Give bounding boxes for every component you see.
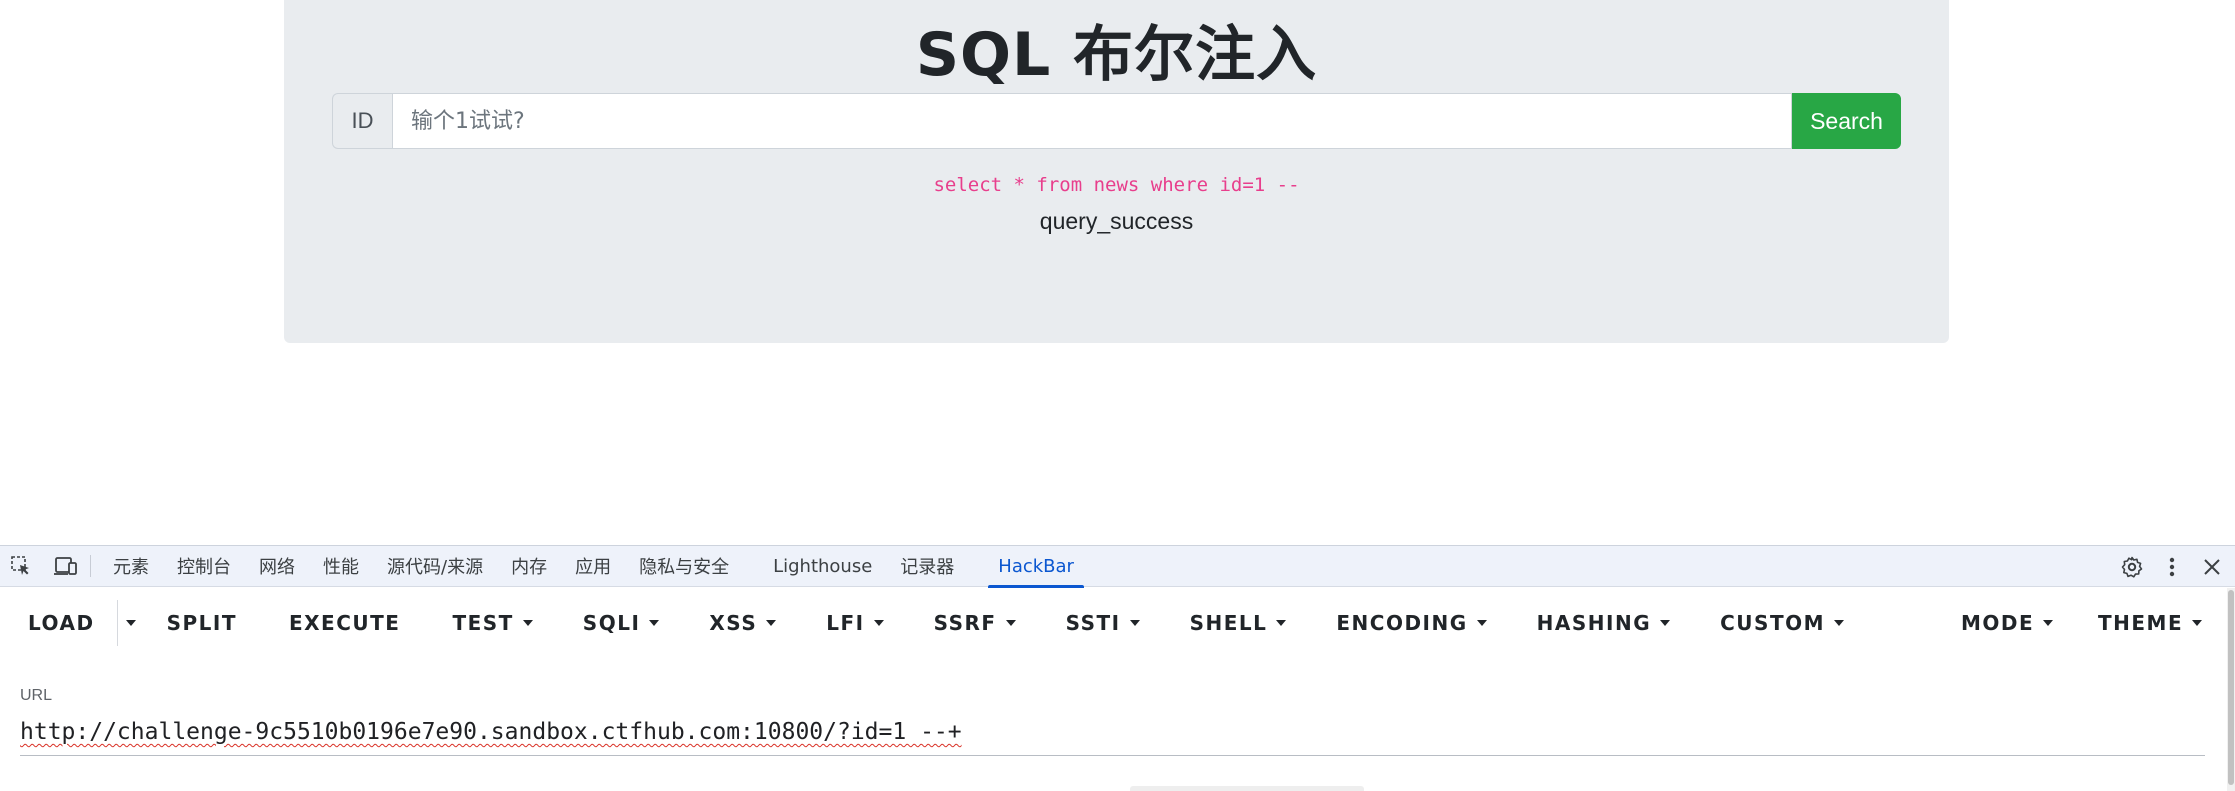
page-title: SQL 布尔注入 xyxy=(915,20,1318,90)
tab-privacy-security[interactable]: 隐私与安全 xyxy=(627,546,741,587)
lfi-menu[interactable]: LFI xyxy=(826,598,884,648)
encoding-label: ENCODING xyxy=(1336,611,1468,635)
url-textarea[interactable]: http://challenge-9c5510b0196e7e90.sandbo… xyxy=(20,716,2205,756)
hashing-menu[interactable]: HASHING xyxy=(1536,598,1671,648)
scrollbar[interactable] xyxy=(2227,588,2235,791)
tab-lighthouse[interactable]: Lighthouse xyxy=(761,546,884,587)
chevron-down-icon xyxy=(1476,620,1487,626)
theme-label: THEME xyxy=(2098,611,2184,635)
tab-performance[interactable]: 性能 xyxy=(311,546,371,587)
load-dropdown-toggle[interactable] xyxy=(125,598,136,648)
ssti-label: SSTI xyxy=(1065,611,1121,635)
tab-sources[interactable]: 源代码/来源 xyxy=(375,546,495,587)
xss-menu[interactable]: XSS xyxy=(709,598,777,648)
web-page: SQL 布尔注入 ID Search select * from news wh… xyxy=(0,0,2235,545)
id-label: ID xyxy=(332,93,392,149)
chevron-down-icon xyxy=(1276,620,1287,626)
lfi-label: LFI xyxy=(826,611,865,635)
custom-menu[interactable]: CUSTOM xyxy=(1720,598,1844,648)
chevron-down-icon xyxy=(2043,620,2054,626)
inspect-element-icon[interactable] xyxy=(6,551,36,581)
tab-separator xyxy=(90,555,91,577)
chevron-down-icon xyxy=(1005,620,1016,626)
chevron-down-icon xyxy=(1834,620,1844,626)
scrollbar-thumb[interactable] xyxy=(2228,590,2234,785)
test-label: TEST xyxy=(452,611,514,635)
tab-recorder[interactable]: 记录器 xyxy=(888,546,966,587)
resize-handle xyxy=(1130,786,1364,791)
mode-menu[interactable]: MODE xyxy=(1961,598,2054,648)
hackbar-toolbar: LOAD SPLIT EXECUTE TEST SQLI XSS LFI SSR… xyxy=(0,588,2235,658)
chevron-down-icon xyxy=(873,620,884,626)
execute-label: EXECUTE xyxy=(288,611,401,635)
device-toolbar-icon[interactable] xyxy=(50,551,80,581)
sqli-menu[interactable]: SQLI xyxy=(583,598,660,648)
more-vert-icon[interactable] xyxy=(2157,552,2187,582)
shell-label: SHELL xyxy=(1189,611,1268,635)
chevron-down-icon xyxy=(766,620,777,626)
url-label: URL xyxy=(20,687,53,704)
tab-console[interactable]: 控制台 xyxy=(165,546,243,587)
xss-label: XSS xyxy=(709,611,758,635)
sqli-label: SQLI xyxy=(582,611,641,635)
search-form: ID Search xyxy=(332,93,1901,149)
mode-label: MODE xyxy=(1961,611,2035,635)
ssrf-menu[interactable]: SSRF xyxy=(934,598,1016,648)
tab-network[interactable]: 网络 xyxy=(247,546,307,587)
close-icon[interactable] xyxy=(2197,552,2227,582)
load-button[interactable]: LOAD xyxy=(28,598,95,648)
jumbotron: SQL 布尔注入 ID Search select * from news wh… xyxy=(284,0,1949,343)
devtools-panel: 元素 控制台 网络 性能 源代码/来源 内存 应用 隐私与安全 Lighthou… xyxy=(0,545,2235,791)
tab-elements[interactable]: 元素 xyxy=(101,546,161,587)
load-split-divider xyxy=(116,600,118,646)
encoding-menu[interactable]: ENCODING xyxy=(1336,598,1487,648)
custom-label: CUSTOM xyxy=(1720,611,1825,635)
url-value: http://challenge-9c5510b0196e7e90.sandbo… xyxy=(20,719,962,745)
tab-application[interactable]: 应用 xyxy=(563,546,623,587)
chevron-down-icon xyxy=(2192,620,2203,626)
query-result: query_success xyxy=(1039,208,1194,234)
devtools-tabbar: 元素 控制台 网络 性能 源代码/来源 内存 应用 隐私与安全 Lighthou… xyxy=(0,546,2235,588)
chevron-down-icon xyxy=(1129,620,1140,626)
sql-query-text: select * from news where id=1 -- xyxy=(933,174,1300,196)
split-label: SPLIT xyxy=(166,611,237,635)
devtools-actions xyxy=(2117,546,2227,587)
id-input[interactable] xyxy=(392,93,1792,149)
chevron-down-icon xyxy=(125,620,136,626)
test-menu[interactable]: TEST xyxy=(452,598,533,648)
shell-menu[interactable]: SHELL xyxy=(1190,598,1287,648)
execute-button[interactable]: EXECUTE xyxy=(289,598,400,648)
tab-hackbar[interactable]: HackBar xyxy=(986,546,1086,588)
chevron-down-icon xyxy=(649,620,660,626)
settings-gear-icon[interactable] xyxy=(2117,552,2147,582)
ssti-menu[interactable]: SSTI xyxy=(1066,598,1140,648)
load-label: LOAD xyxy=(28,611,95,635)
theme-menu[interactable]: THEME xyxy=(2098,598,2203,648)
chevron-down-icon xyxy=(522,620,533,626)
split-button[interactable]: SPLIT xyxy=(167,598,237,648)
chevron-down-icon xyxy=(1660,620,1671,626)
search-button[interactable]: Search xyxy=(1792,93,1901,149)
ssrf-label: SSRF xyxy=(933,611,997,635)
tab-memory[interactable]: 内存 xyxy=(499,546,559,587)
hashing-label: HASHING xyxy=(1536,611,1652,635)
